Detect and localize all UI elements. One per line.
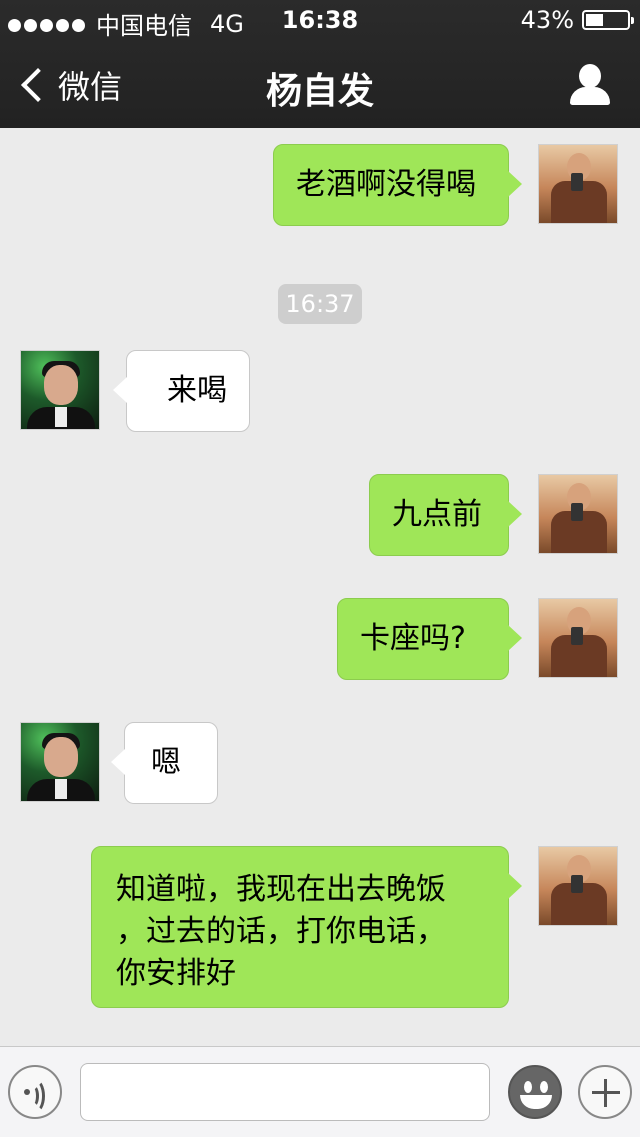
message-text: 嗯 [151, 745, 181, 780]
emoji-button[interactable] [508, 1065, 562, 1119]
top-bar: 中国电信 4G 16:38 43% 微信 杨自发 [0, 0, 640, 128]
person-icon [579, 64, 601, 88]
message-text: 九点前 [392, 497, 482, 532]
person-icon-body [570, 87, 610, 105]
message-bubble-incoming[interactable]: 嗯 [111, 722, 218, 804]
chat-title: 杨自发 [265, 71, 374, 112]
message-bubble-outgoing[interactable]: 知道啦，我现在出去晚饭 ，过去的话，打你电话， 你安排好 [91, 846, 522, 1008]
message-bubble-outgoing[interactable]: 老酒啊没得喝 [273, 144, 522, 226]
message-input[interactable] [80, 1063, 490, 1121]
status-bar: 中国电信 4G 16:38 43% [0, 0, 640, 40]
message-line: 你安排好 [116, 956, 236, 991]
message-text: 来喝 [167, 373, 227, 408]
contact-avatar[interactable] [20, 350, 100, 430]
my-avatar[interactable] [538, 846, 618, 926]
message-line: ，过去的话，打你电话， [116, 914, 446, 949]
my-avatar[interactable] [538, 474, 618, 554]
message-bubble-outgoing[interactable]: 九点前 [369, 474, 522, 556]
contact-avatar[interactable] [20, 722, 100, 802]
message-timestamp: 16:37 [278, 284, 362, 324]
battery-icon [582, 10, 634, 30]
my-avatar[interactable] [538, 144, 618, 224]
message-bubble-outgoing[interactable]: 卡座吗? [337, 598, 522, 680]
battery-percent: 43% [520, 6, 574, 34]
status-right: 43% [520, 6, 634, 34]
profile-button[interactable] [568, 64, 612, 108]
message-text: 卡座吗? [360, 621, 466, 656]
input-bar [0, 1046, 640, 1137]
more-button[interactable] [578, 1065, 632, 1119]
my-avatar[interactable] [538, 598, 618, 678]
message-bubble-incoming[interactable]: 来喝 [113, 350, 250, 432]
message-text: 老酒啊没得喝 [296, 167, 476, 202]
message-line: 知道啦，我现在出去晚饭 [116, 872, 446, 907]
nav-bar: 微信 杨自发 [0, 40, 640, 128]
voice-button[interactable] [8, 1065, 62, 1119]
